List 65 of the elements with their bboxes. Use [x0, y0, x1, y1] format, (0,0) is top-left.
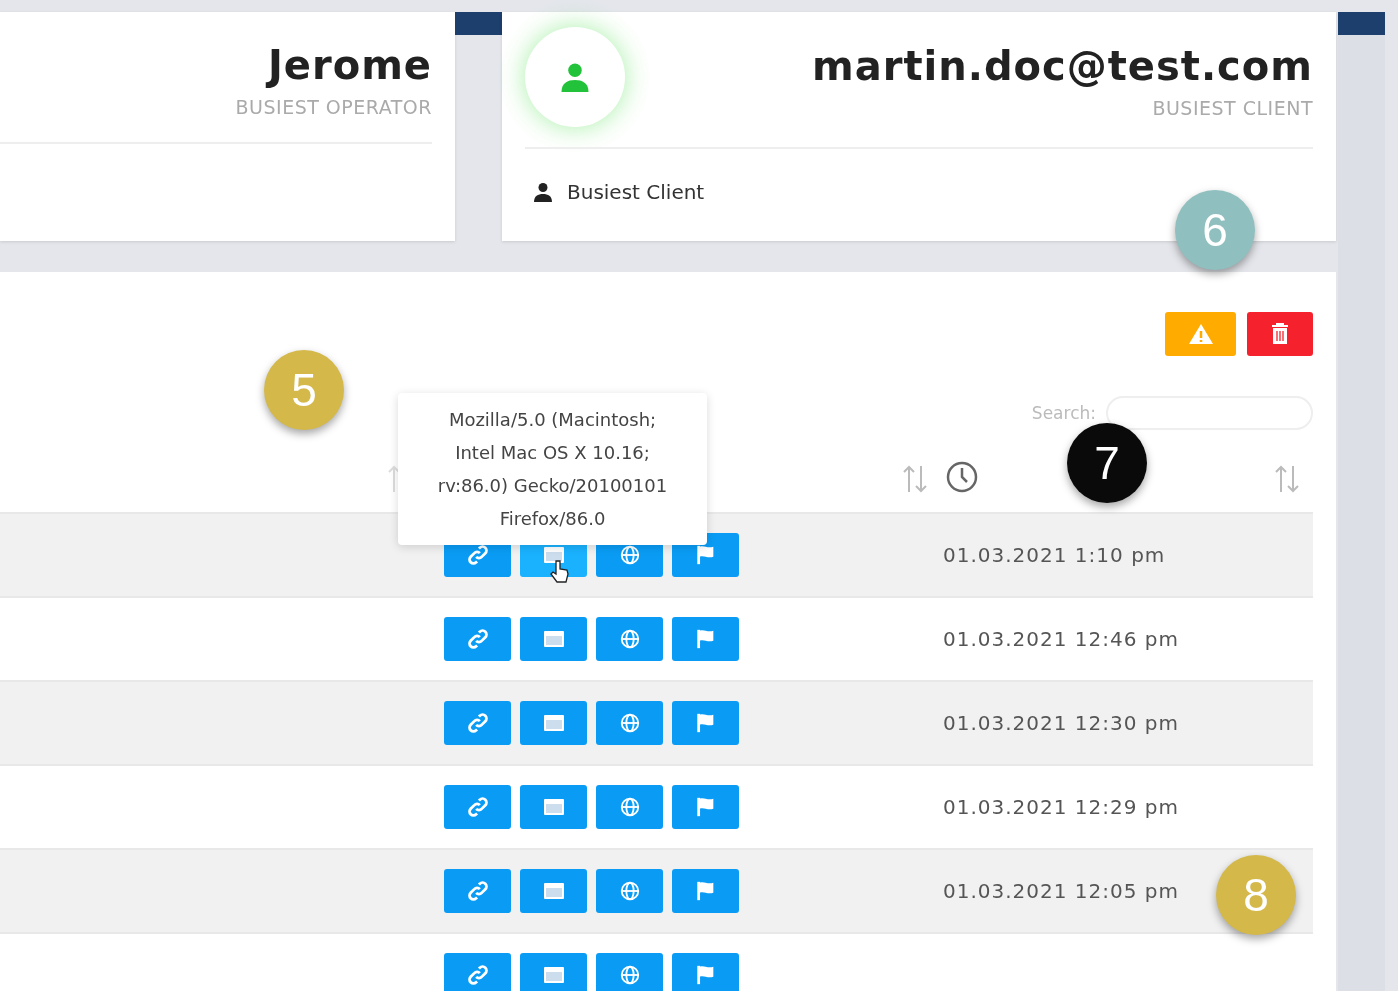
- time-cell: 01.03.2021 12:05 pm: [943, 879, 1180, 903]
- flag-button[interactable]: [672, 785, 739, 829]
- clock-icon: [945, 460, 979, 494]
- link-button[interactable]: [444, 617, 511, 661]
- link-button[interactable]: [444, 785, 511, 829]
- flag-button[interactable]: [672, 869, 739, 913]
- globe-icon: [618, 796, 641, 818]
- browser-button[interactable]: [520, 869, 587, 913]
- tooltip-line: rv:86.0) Gecko/20100101: [437, 474, 668, 498]
- browser-button[interactable]: [520, 953, 587, 991]
- client-caption: BUSIEST CLIENT: [1151, 97, 1313, 119]
- search-field[interactable]: [1106, 396, 1313, 430]
- time-cell: 01.03.2021 12:29 pm: [943, 795, 1180, 819]
- link-icon: [466, 628, 489, 650]
- window-icon: [542, 797, 565, 817]
- link-button[interactable]: [444, 701, 511, 745]
- link-icon: [466, 796, 489, 818]
- window-icon: [542, 881, 565, 901]
- tooltip-line: Mozilla/5.0 (Macintosh;: [448, 408, 657, 432]
- callout-badge: 6: [1175, 190, 1255, 270]
- time-cell: 01.03.2021 1:10 pm: [943, 543, 1166, 567]
- globe-icon: [618, 964, 641, 986]
- window-icon: [542, 629, 565, 649]
- tooltip-line: Intel Mac OS X 10.16;: [455, 441, 650, 465]
- flag-button[interactable]: [672, 701, 739, 745]
- cursor-icon: [550, 559, 570, 583]
- browser-button[interactable]: [520, 701, 587, 745]
- operator-caption: BUSIEST OPERATOR: [234, 96, 432, 118]
- tooltip-line: Firefox/86.0: [499, 507, 606, 531]
- search-label: Search:: [1031, 403, 1096, 423]
- browser-button[interactable]: [520, 785, 587, 829]
- window-icon: [542, 713, 565, 733]
- globe-icon: [618, 712, 641, 734]
- time-cell: 01.03.2021 12:30 pm: [943, 711, 1180, 735]
- link-button[interactable]: [444, 953, 511, 991]
- globe-button[interactable]: [596, 617, 663, 661]
- globe-button[interactable]: [596, 953, 663, 991]
- window-icon: [542, 965, 565, 985]
- header-bar: [455, 12, 502, 35]
- flag-button[interactable]: [672, 953, 739, 991]
- user-icon: [533, 182, 553, 202]
- sort-icon[interactable]: [1273, 464, 1301, 494]
- client-email: martin.doc@test.com: [812, 43, 1313, 89]
- link-button[interactable]: [444, 869, 511, 913]
- user-icon: [560, 62, 590, 92]
- warning-button[interactable]: [1165, 312, 1236, 356]
- globe-icon: [618, 628, 641, 650]
- delete-button[interactable]: [1247, 312, 1313, 356]
- globe-button[interactable]: [596, 701, 663, 745]
- trash-icon: [1271, 323, 1289, 345]
- client-footer: Busiest Client: [567, 180, 705, 204]
- link-icon: [466, 964, 489, 986]
- link-icon: [466, 880, 489, 902]
- header-bar: [1338, 12, 1385, 35]
- browser-button[interactable]: [520, 617, 587, 661]
- globe-button[interactable]: [596, 869, 663, 913]
- operator-name: Jerome: [264, 42, 432, 88]
- time-cell: 01.03.2021 12:46 pm: [943, 627, 1180, 651]
- globe-button[interactable]: [596, 785, 663, 829]
- link-icon: [466, 712, 489, 734]
- flag-button[interactable]: [672, 617, 739, 661]
- sort-icon[interactable]: [901, 464, 929, 494]
- globe-icon: [618, 880, 641, 902]
- window-icon: [542, 545, 565, 565]
- warning-icon: [1187, 323, 1214, 345]
